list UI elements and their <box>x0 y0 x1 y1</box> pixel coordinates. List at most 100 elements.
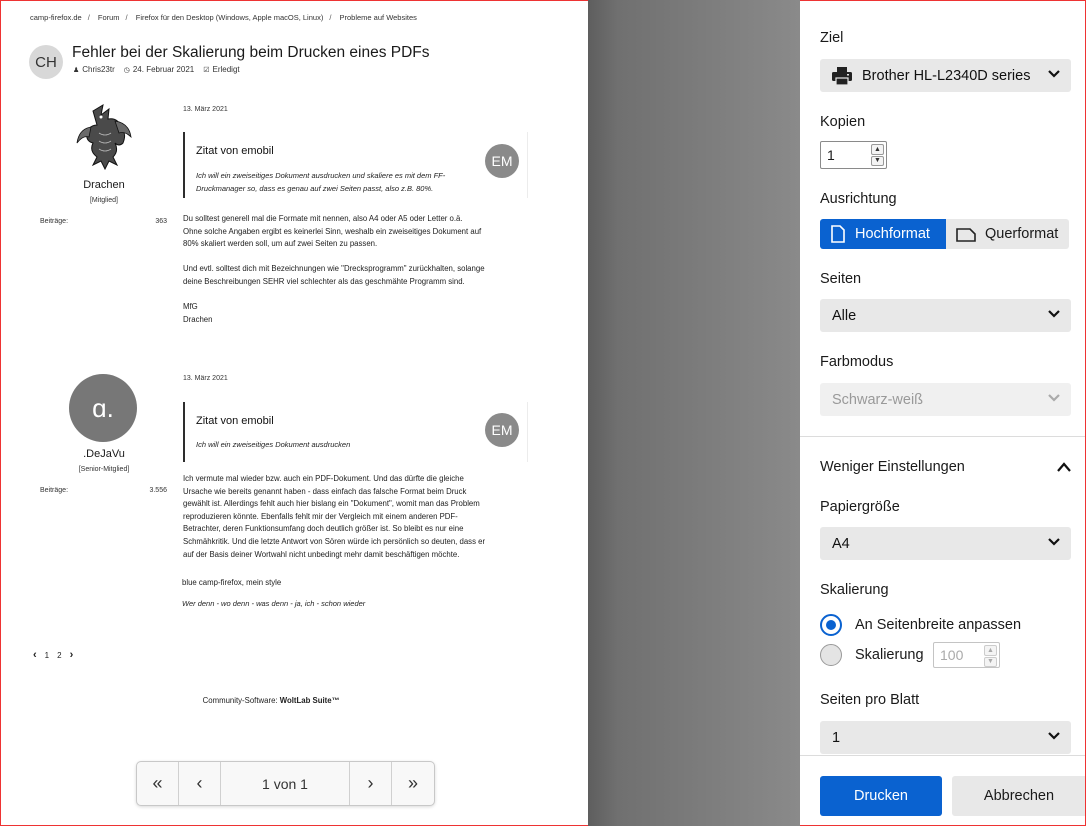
orientation-toggle: Hochformat Querformat <box>820 219 1069 249</box>
thread-title: Fehler bei der Skalierung beim Drucken e… <box>72 44 430 61</box>
landscape-button[interactable]: Querformat <box>946 219 1069 249</box>
quote-text: Ich will ein zweiseitiges Dokument ausdr… <box>196 438 486 451</box>
less-settings-label: Weniger Einstellungen <box>820 459 965 475</box>
thread-meta: ♟ Chris23tr ◷ 24. Februar 2021 ☑ Erledigt <box>73 65 240 74</box>
color-mode-value: Schwarz-weiß <box>832 391 924 408</box>
destination-label: Ziel <box>820 30 844 46</box>
post-user-role: [Senior-Mitglied] <box>78 466 130 473</box>
preview-backdrop <box>588 0 800 826</box>
post-line: 80% skaliert werden soll, um auf zwei Se… <box>183 239 378 249</box>
previous-page-button[interactable]: ‹ <box>179 762 221 805</box>
thread-status: Erledigt <box>212 65 240 74</box>
thread-author-avatar: CH <box>29 45 63 79</box>
paper-size-value: A4 <box>832 535 850 552</box>
destination-value: Brother HL-L2340D series <box>862 67 1031 84</box>
chevron-left-icon[interactable]: ‹ <box>33 649 37 661</box>
breadcrumb: camp-firefox.de / Forum / Firefox für den … <box>30 13 417 22</box>
footer-prefix: Community-Software: <box>202 696 280 705</box>
custom-scale-radio[interactable]: Skalierung <box>820 644 924 666</box>
preview-navigation: « ‹ 1 von 1 › » <box>136 761 435 806</box>
post-line: deine Beschreibungen SEHR viel schlechte… <box>183 276 465 286</box>
post-line: auf der Basis deiner Wortwahl nicht unbe… <box>183 549 460 559</box>
chevron-right-icon[interactable]: › <box>70 649 74 661</box>
paper-size-select[interactable]: A4 <box>820 527 1071 560</box>
copies-label: Kopien <box>820 114 866 130</box>
portrait-label: Hochformat <box>855 226 930 242</box>
signature-quote: Wer denn - wo denn - was denn - ja, ich … <box>182 599 366 608</box>
footer-divider <box>800 755 1085 756</box>
scale-value: 100 <box>940 647 964 663</box>
post-body: Du solltest generell mal die Formate mit… <box>183 213 533 326</box>
chevron-down-icon <box>1048 310 1060 318</box>
pages-select[interactable]: Alle <box>820 299 1071 332</box>
chevron-down-icon <box>1048 394 1060 402</box>
print-preview-page: camp-firefox.de / Forum / Firefox für den … <box>0 0 588 826</box>
color-mode-label: Farbmodus <box>820 354 894 370</box>
post-count-value: 3.556 <box>149 487 167 494</box>
quote-title: Zitat von emobil <box>196 145 274 157</box>
increment-icon[interactable]: ▲ <box>871 144 884 155</box>
page-link[interactable]: 2 <box>57 651 61 660</box>
post-line: Betrachter, deren Funktionsumfang doch d… <box>183 524 464 534</box>
post-count-label: Beiträge: <box>40 487 69 494</box>
decrement-icon: ▼ <box>984 656 997 667</box>
print-settings-panel: Ziel Brother HL-L2340D series Kopien 1 ▲… <box>800 0 1086 826</box>
paper-size-label: Papiergröße <box>820 499 900 515</box>
thread-date: 24. Februar 2021 <box>132 65 195 74</box>
portrait-button[interactable]: Hochformat <box>820 219 946 249</box>
page-link[interactable]: 1 <box>45 651 49 660</box>
footer-brand: WoltLab Suite™ <box>279 696 340 705</box>
next-page-button[interactable]: › <box>350 762 392 805</box>
post-line: gewählt ist. Allerdings fehlt auch hier … <box>183 499 480 509</box>
decrement-icon[interactable]: ▼ <box>871 155 884 166</box>
post-line: Drachen <box>183 314 213 324</box>
orientation-label: Ausrichtung <box>820 191 897 207</box>
pages-per-sheet-value: 1 <box>832 729 841 746</box>
breadcrumb-item: Forum <box>97 13 120 22</box>
signature-line: blue camp-firefox, mein style <box>182 578 282 587</box>
chevron-down-icon <box>1048 70 1060 78</box>
quote-line: Ich will ein zweiseitiges Dokument ausdr… <box>196 440 351 449</box>
scale-input: 100 ▲ ▼ <box>933 642 1000 668</box>
pages-value: Alle <box>832 307 857 324</box>
copies-input[interactable]: 1 ▲ ▼ <box>820 141 887 169</box>
pages-per-sheet-select[interactable]: 1 <box>820 721 1071 754</box>
quote-author-avatar: EM <box>485 413 519 447</box>
scaling-label: Skalierung <box>820 582 889 598</box>
fit-width-radio[interactable]: An Seitenbreite anpassen <box>820 614 1021 636</box>
quote-author-avatar: EM <box>485 144 519 178</box>
quote-box <box>183 402 528 462</box>
landscape-label: Querformat <box>985 226 1059 242</box>
dejavu-avatar: ɑ. <box>69 374 137 442</box>
copies-stepper[interactable]: ▲ ▼ <box>871 144 884 166</box>
first-page-button[interactable]: « <box>137 762 179 805</box>
post-count-label: Beiträge: <box>40 218 69 225</box>
copies-value: 1 <box>827 147 835 163</box>
check-square-icon: ☑ <box>203 67 210 74</box>
post-username: .DeJaVu <box>83 448 125 460</box>
thread-author: Chris23tr <box>82 65 115 74</box>
thread-pagination: ‹ 1 2 › <box>33 649 73 661</box>
user-icon: ♟ <box>73 67 80 74</box>
radio-unselected-icon <box>820 644 842 666</box>
cancel-button[interactable]: Abbrechen <box>952 776 1085 816</box>
destination-select[interactable]: Brother HL-L2340D series <box>820 59 1071 92</box>
last-page-button[interactable]: » <box>392 762 434 805</box>
less-settings-toggle[interactable]: Weniger Einstellungen <box>820 459 1071 475</box>
printer-icon <box>832 66 852 85</box>
post-date: 13. März 2021 <box>183 106 228 113</box>
quote-line: Druckmanager so, dass es genau auf zwei … <box>196 184 434 193</box>
chevron-down-icon <box>1048 538 1060 546</box>
increment-icon: ▲ <box>984 645 997 656</box>
chevron-up-icon <box>1057 462 1071 472</box>
quote-title: Zitat von emobil <box>196 415 274 427</box>
print-button[interactable]: Drucken <box>820 776 942 816</box>
page-indicator: 1 von 1 <box>221 762 350 805</box>
post-body: Ich vermute mal wieder bzw. auch ein PDF… <box>183 473 538 561</box>
landscape-page-icon <box>956 227 976 242</box>
post-count-value: 363 <box>155 218 167 225</box>
post-line: Schmähkritik. Und die letzte Antwort von… <box>183 536 486 546</box>
section-divider <box>800 436 1085 437</box>
post-line: Ich vermute mal wieder bzw. auch ein PDF… <box>183 474 464 483</box>
pages-per-sheet-label: Seiten pro Blatt <box>820 692 920 708</box>
